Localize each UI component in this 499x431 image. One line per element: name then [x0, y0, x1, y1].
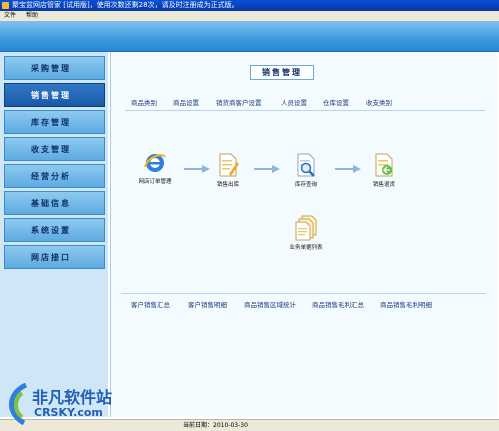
flow-label: 业务单据列表	[289, 245, 323, 251]
tab-product-settings[interactable]: 商品设置	[173, 97, 199, 109]
tab-warehouse-settings[interactable]: 仓库设置	[323, 97, 349, 109]
settings-tabs: 商品类别 商品设置 销货商客户设置 人员设置 仓库设置 收支类别	[111, 97, 498, 109]
sidebar-item-inventory[interactable]: 库存管理	[4, 110, 105, 134]
sidebar-item-finance[interactable]: 收支管理	[4, 137, 105, 161]
flow-label: 销售退货	[372, 182, 395, 188]
report-links: 客户销售汇总 客户销售明细 商品销售区域统计 商品销售毛利汇总 商品销售毛利明细	[111, 299, 498, 311]
tab-customer-settings[interactable]: 销货商客户设置	[216, 97, 262, 109]
flow-label: 销售出库	[216, 182, 239, 188]
flow-label: 网店订单管理	[138, 179, 172, 185]
link-customer-sales-detail[interactable]: 客户销售明细	[188, 299, 227, 311]
sidebar-item-label: 销售管理	[31, 90, 71, 100]
date-value: 2010-03-30	[213, 422, 248, 429]
sidebar-item-label: 经营分析	[31, 171, 71, 181]
document-return-icon	[373, 152, 395, 178]
watermark-text-en: CRSKY.com	[34, 406, 103, 419]
ie-browser-icon	[143, 151, 167, 175]
header-banner	[0, 21, 499, 52]
sidebar-item-purchase[interactable]: 采购管理	[4, 56, 105, 80]
watermark-text-cn: 非凡软件站	[32, 388, 113, 407]
documents-stack-icon	[295, 215, 317, 241]
menu-file[interactable]: 文件	[4, 12, 16, 19]
tab-product-category[interactable]: 商品类别	[131, 97, 157, 109]
divider	[121, 293, 486, 294]
watermark-logo-icon	[9, 383, 28, 425]
flow-inventory-query[interactable]: 库存查询	[287, 152, 325, 188]
link-gross-profit-detail[interactable]: 商品销售毛利明细	[380, 299, 432, 311]
arrow-right-icon	[184, 165, 210, 173]
sidebar-item-label: 库存管理	[31, 117, 71, 127]
title-bar: 聚宝盆网店管家 [试用版]，使用次数还剩28次，请及时注册成为正式版。	[0, 0, 499, 11]
flow-sales-return[interactable]: 销售退货	[365, 152, 403, 188]
divider	[125, 110, 485, 111]
date-label: 当前日期：	[183, 422, 214, 429]
page-title: 销售管理	[250, 65, 314, 80]
app-icon	[2, 2, 9, 9]
menu-bar: 文件 帮助	[0, 11, 499, 21]
arrow-right-icon	[335, 165, 361, 173]
flow-document-list[interactable]: 业务单据列表	[284, 215, 328, 251]
sidebar-item-label: 基础信息	[31, 198, 71, 208]
tab-staff-settings[interactable]: 人员设置	[281, 97, 307, 109]
arrow-right-icon	[254, 165, 280, 173]
link-region-sales-stats[interactable]: 商品销售区域统计	[244, 299, 296, 311]
tab-finance-category[interactable]: 收支类别	[366, 97, 392, 109]
flow-label: 库存查询	[294, 182, 317, 188]
sidebar-item-label: 收支管理	[31, 144, 71, 154]
sidebar-item-label: 网店接口	[31, 252, 71, 262]
watermark: 非凡软件站 CRSKY.com	[0, 379, 140, 431]
current-date: 当前日期：2010-03-30	[183, 420, 248, 431]
menu-help[interactable]: 帮助	[26, 12, 38, 19]
flow-online-orders[interactable]: 网店订单管理	[131, 151, 179, 185]
flow-sales-outbound[interactable]: 销售出库	[209, 152, 247, 188]
sidebar-item-settings[interactable]: 系统设置	[4, 218, 105, 242]
sidebar-item-label: 采购管理	[31, 63, 71, 73]
sidebar-item-basic-info[interactable]: 基础信息	[4, 191, 105, 215]
sidebar-item-sales[interactable]: 销售管理	[4, 83, 105, 107]
window-title: 聚宝盆网店管家 [试用版]，使用次数还剩28次，请及时注册成为正式版。	[12, 1, 239, 9]
sidebar-item-analysis[interactable]: 经营分析	[4, 164, 105, 188]
sidebar-item-label: 系统设置	[31, 225, 71, 235]
link-gross-profit-summary[interactable]: 商品销售毛利汇总	[312, 299, 364, 311]
link-customer-sales-summary[interactable]: 客户销售汇总	[131, 299, 170, 311]
document-magnifier-icon	[295, 152, 317, 178]
main-panel: 销售管理 商品类别 商品设置 销货商客户设置 人员设置 仓库设置 收支类别 网店…	[110, 52, 497, 417]
sidebar: 采购管理 销售管理 库存管理 收支管理 经营分析 基础信息 系统设置 网店接口	[0, 52, 108, 417]
document-pencil-icon	[217, 152, 239, 178]
sidebar-item-shop-interface[interactable]: 网店接口	[4, 245, 105, 269]
